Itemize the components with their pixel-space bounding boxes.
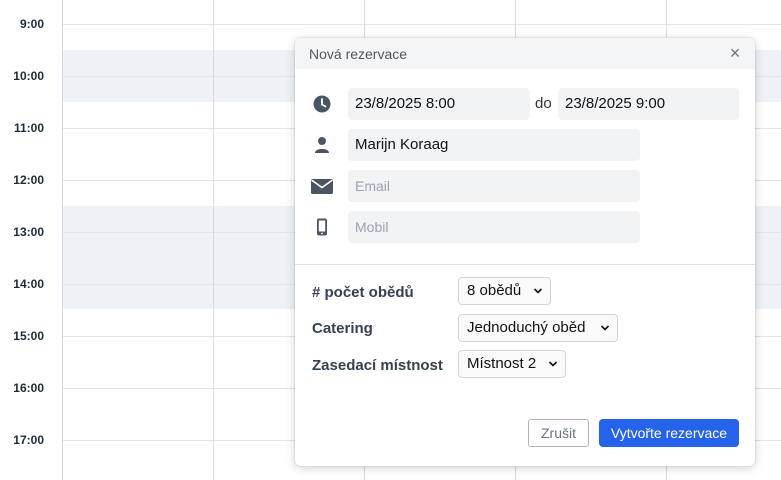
create-reservation-button[interactable]: Vytvořte rezervace (599, 419, 739, 447)
meals-count-label: # počet obědů (312, 284, 414, 301)
meeting-room-label: Zasedací místnost (312, 357, 443, 374)
hour-line (62, 24, 781, 25)
cancel-button[interactable]: Zrušit (528, 419, 589, 447)
name-field[interactable]: Marijn Koraag (348, 129, 640, 161)
time-label: 14:00 (13, 277, 44, 291)
range-separator: do (535, 95, 552, 112)
meeting-room-value: Místnost 2 (467, 355, 537, 372)
dialog-header: Nová rezervace × (295, 38, 755, 69)
end-datetime-field[interactable]: 23/8/2025 9:00 (558, 88, 739, 120)
start-datetime-field[interactable]: 23/8/2025 8:00 (348, 88, 530, 120)
email-field[interactable]: Email (348, 170, 640, 202)
time-label: 10:00 (13, 69, 44, 83)
new-reservation-dialog: Nová rezervace × 23/8/2025 8:00 do 23/8/… (295, 38, 755, 466)
meeting-room-select[interactable]: Místnost 2 (458, 350, 566, 378)
chevron-down-icon (548, 361, 558, 367)
time-label: 12:00 (13, 173, 44, 187)
envelope-icon (311, 179, 333, 194)
close-icon[interactable]: × (725, 43, 745, 63)
time-label: 9:00 (19, 17, 44, 31)
section-divider (295, 264, 755, 265)
time-column: 9:00 10:00 11:00 12:00 13:00 14:00 15:00… (0, 0, 63, 480)
time-label: 13:00 (13, 225, 44, 239)
chevron-down-icon (600, 325, 610, 331)
mobile-icon (317, 218, 327, 236)
time-label: 15:00 (13, 329, 44, 343)
catering-select[interactable]: Jednoduchý oběd (458, 314, 618, 342)
day-column-divider (213, 0, 214, 480)
meals-count-select[interactable]: 8 obědů (458, 277, 551, 305)
time-label: 16:00 (13, 381, 44, 395)
dialog-title: Nová rezervace (309, 46, 408, 62)
catering-label: Catering (312, 320, 373, 337)
time-label: 17:00 (13, 433, 44, 447)
clock-icon (313, 95, 331, 113)
time-label: 11:00 (13, 121, 44, 135)
person-icon (315, 137, 329, 153)
chevron-down-icon (533, 288, 543, 294)
meals-count-value: 8 obědů (467, 282, 522, 299)
catering-value: Jednoduchý oběd (467, 319, 586, 336)
mobile-field[interactable]: Mobil (348, 211, 640, 243)
